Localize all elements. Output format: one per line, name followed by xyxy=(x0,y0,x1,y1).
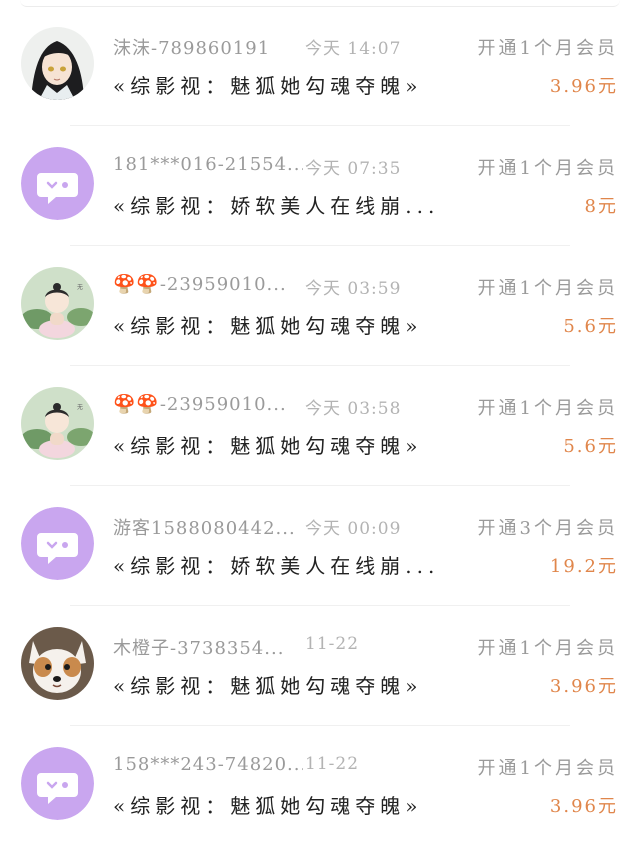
price: 19.2元 xyxy=(549,556,618,577)
anime-character-avatar-icon xyxy=(21,27,94,100)
mushroom-icon: 🍄🍄 xyxy=(113,394,160,415)
order-time: 今天 14:07 xyxy=(305,39,402,59)
user-name: 🍄🍄-23959010... xyxy=(113,274,287,295)
plan-label: 开通3个月会员 xyxy=(477,518,618,539)
user-name: 游客1588080442... xyxy=(113,518,296,539)
list-item[interactable]: 无 🍄🍄-23959010... 今天 03:59 开通1个月会员 «综影视：魅… xyxy=(0,246,640,366)
user-name: 181***016-21554... xyxy=(113,154,303,175)
svg-text:无: 无 xyxy=(77,284,83,291)
order-time: 11-22 xyxy=(305,754,360,774)
order-time: 11-22 xyxy=(305,634,360,654)
plan-label: 开通1个月会员 xyxy=(477,278,618,299)
price: 3.96元 xyxy=(549,796,618,817)
lotus-girl-avatar-icon: 无 xyxy=(21,267,94,340)
price: 3.96元 xyxy=(549,76,618,97)
chat-bubble-avatar-icon xyxy=(21,147,94,220)
list-item[interactable]: 木橙子-3738354... 11-22 开通1个月会员 «综影视：魅狐她勾魂夺… xyxy=(0,606,640,726)
book-title: «综影视：魅狐她勾魂夺魄» xyxy=(113,314,423,338)
plan-label: 开通1个月会员 xyxy=(477,758,618,779)
avatar[interactable] xyxy=(21,747,94,820)
list-item[interactable]: 无 🍄🍄-23959010... 今天 03:58 开通1个月会员 «综影视：魅… xyxy=(0,366,640,486)
lotus-girl-avatar-icon: 无 xyxy=(21,387,94,460)
book-title: «综影视：魅狐她勾魂夺魄» xyxy=(113,434,423,458)
chat-bubble-avatar-icon xyxy=(21,747,94,820)
order-time: 今天 07:35 xyxy=(305,159,402,179)
avatar[interactable] xyxy=(21,507,94,580)
order-time: 今天 00:09 xyxy=(305,519,402,539)
book-title: «综影视：娇软美人在线崩... xyxy=(113,194,440,218)
avatar[interactable]: 无 xyxy=(21,387,94,460)
chat-bubble-avatar-icon xyxy=(21,507,94,580)
price: 5.6元 xyxy=(563,316,618,337)
avatar[interactable] xyxy=(21,627,94,700)
order-time: 今天 03:58 xyxy=(305,399,402,419)
order-time: 今天 03:59 xyxy=(305,279,402,299)
list-item[interactable]: 181***016-21554... 今天 07:35 开通1个月会员 «综影视… xyxy=(0,126,640,246)
user-name: 158***243-74820... xyxy=(113,754,303,775)
price: 8元 xyxy=(584,196,618,217)
list-item[interactable]: 158***243-74820... 11-22 开通1个月会员 «综影视：魅狐… xyxy=(0,726,640,846)
price: 3.96元 xyxy=(549,676,618,697)
plan-label: 开通1个月会员 xyxy=(477,158,618,179)
user-name: 木橙子-3738354... xyxy=(113,638,285,659)
user-name: 沫沫-789860191 xyxy=(113,38,271,59)
user-name: 🍄🍄-23959010... xyxy=(113,394,287,415)
price: 5.6元 xyxy=(563,436,618,457)
list-item[interactable]: 沫沫-789860191 今天 14:07 开通1个月会员 «综影视：魅狐她勾魂… xyxy=(0,6,640,126)
plan-label: 开通1个月会员 xyxy=(477,638,618,659)
plan-label: 开通1个月会员 xyxy=(477,38,618,59)
mushroom-icon: 🍄🍄 xyxy=(113,274,160,295)
order-list: 沫沫-789860191 今天 14:07 开通1个月会员 «综影视：魅狐她勾魂… xyxy=(0,6,640,846)
avatar[interactable] xyxy=(21,147,94,220)
book-title: «综影视：娇软美人在线崩... xyxy=(113,554,440,578)
book-title: «综影视：魅狐她勾魂夺魄» xyxy=(113,74,423,98)
book-title: «综影视：魅狐她勾魂夺魄» xyxy=(113,674,423,698)
puppy-avatar-icon xyxy=(21,627,94,700)
plan-label: 开通1个月会员 xyxy=(477,398,618,419)
avatar[interactable]: 无 xyxy=(21,267,94,340)
svg-text:无: 无 xyxy=(77,404,83,411)
avatar[interactable] xyxy=(21,27,94,100)
book-title: «综影视：魅狐她勾魂夺魄» xyxy=(113,794,423,818)
list-item[interactable]: 游客1588080442... 今天 00:09 开通3个月会员 «综影视：娇软… xyxy=(0,486,640,606)
